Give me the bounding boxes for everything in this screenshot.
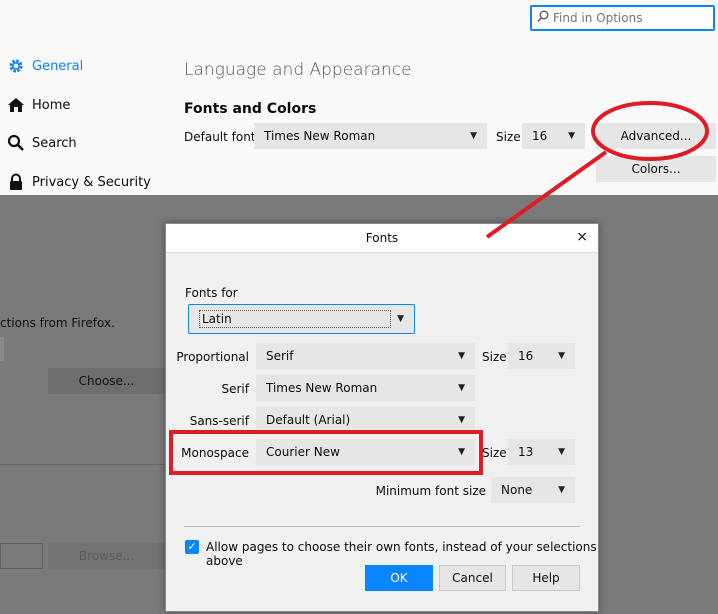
annotation-overlay [485, 101, 709, 239]
annotation-ellipse [591, 101, 709, 161]
annotation-connector [485, 150, 608, 239]
